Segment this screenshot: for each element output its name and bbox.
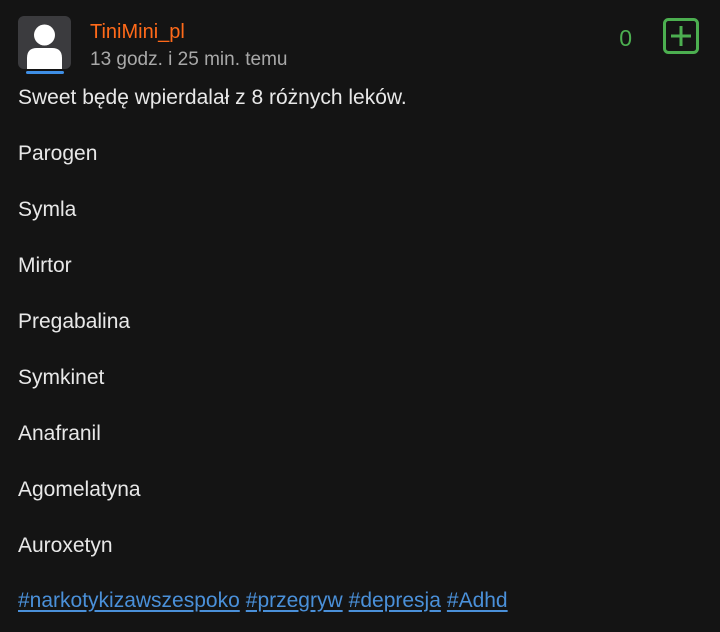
vote-count: 0 xyxy=(619,25,632,51)
upvote-button[interactable] xyxy=(663,18,699,54)
post-text-line: Parogen xyxy=(18,142,98,165)
post-entry: TiniMini_pl 13 godz. i 25 min. temu 0 Sw… xyxy=(0,0,720,632)
post-timestamp: 13 godz. i 25 min. temu xyxy=(90,49,288,70)
post-text-line: Symla xyxy=(18,198,77,221)
post-text-line: Symkinet xyxy=(18,366,105,389)
avatar-status-bar xyxy=(26,71,64,74)
post-text-line: Anafranil xyxy=(18,422,101,445)
tag-link[interactable]: #Adhd xyxy=(447,589,508,612)
author-name[interactable]: TiniMini_pl xyxy=(90,20,185,44)
post-tags: #narkotykizawszespoko #przegryw #depresja #… xyxy=(18,587,514,615)
post-text-line: Sweet będę wpierdalał z 8 różnych leków. xyxy=(18,86,407,109)
post-text-line: Agomelatyna xyxy=(18,478,141,501)
user-avatar-icon[interactable] xyxy=(18,16,71,69)
plus-square-icon xyxy=(663,18,699,54)
post-text-line: Mirtor xyxy=(18,254,72,277)
tag-link[interactable]: #depresja xyxy=(349,589,441,612)
post-body: Sweet będę wpierdalał z 8 różnych leków.… xyxy=(18,84,700,588)
post-text-line: Pregabalina xyxy=(18,310,131,333)
tag-link[interactable]: #przegryw xyxy=(246,589,343,612)
post-text-line: Auroxetyn xyxy=(18,534,113,557)
tag-link[interactable]: #narkotykizawszespoko xyxy=(18,589,240,612)
post-header: TiniMini_pl 13 godz. i 25 min. temu 0 xyxy=(18,16,700,76)
